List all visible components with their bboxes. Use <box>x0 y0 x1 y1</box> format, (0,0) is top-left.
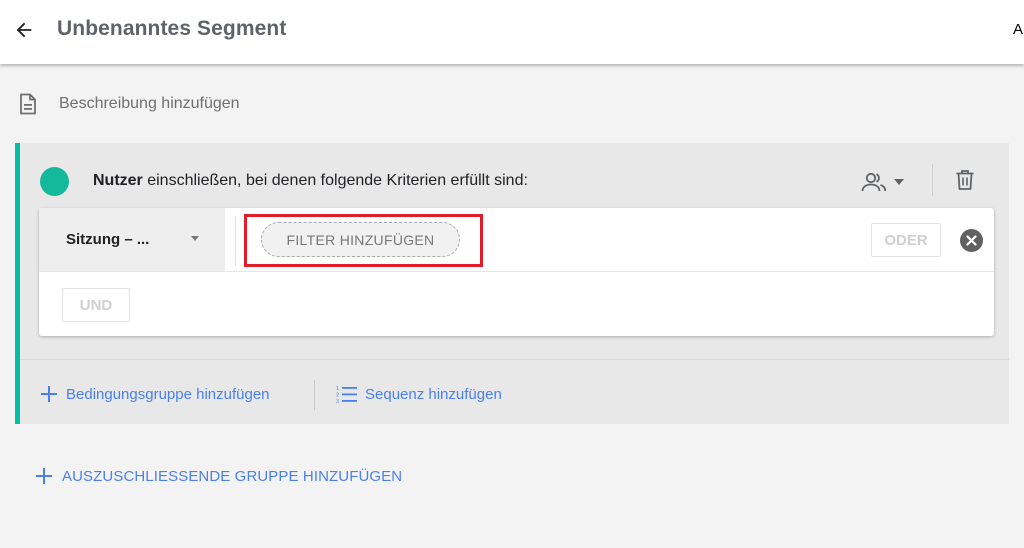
scope-selector[interactable] <box>860 167 918 197</box>
select-caret-icon <box>191 236 199 241</box>
or-button[interactable]: ODER <box>871 223 941 257</box>
plus-icon <box>41 386 57 402</box>
page-title: Unbenanntes Segment <box>57 17 287 40</box>
and-button[interactable]: UND <box>62 288 130 322</box>
back-button[interactable] <box>10 16 38 44</box>
group-heading: Nutzer einschließen, bei denen folgende … <box>93 172 528 190</box>
group-footer-divider <box>20 359 1009 360</box>
dimension-select[interactable]: Sitzung – ... <box>39 208 225 271</box>
svg-text:2: 2 <box>336 393 339 399</box>
add-exclude-group-label: AUSZUSCHLIESSENDE GRUPPE HINZUFÜGEN <box>62 467 403 485</box>
card-divider <box>235 216 236 266</box>
header-divider <box>932 164 933 196</box>
add-condition-group-button[interactable]: Bedingungsgruppe hinzufügen <box>40 383 270 405</box>
remove-condition-button[interactable] <box>960 229 983 252</box>
highlight-box <box>244 214 483 267</box>
add-sequence-label: Sequenz hinzufügen <box>365 385 502 403</box>
top-app-bar: Unbenanntes Segment A <box>0 0 1024 64</box>
trash-icon <box>956 170 974 190</box>
dimension-select-value: Sitzung – ... <box>66 231 150 248</box>
condition-card: Sitzung – ... FILTER HINZUFÜGEN ODER UND <box>39 208 994 336</box>
add-exclude-group-button[interactable]: AUSZUSCHLIESSENDE GRUPPE HINZUFÜGEN <box>35 464 402 488</box>
delete-group-button[interactable] <box>952 167 978 193</box>
add-description-label: Beschreibung hinzufügen <box>59 95 240 112</box>
dropdown-caret-icon <box>894 179 904 185</box>
group-status-dot <box>40 167 69 196</box>
add-condition-group-label: Bedingungsgruppe hinzufügen <box>66 385 270 403</box>
card-row-divider <box>39 271 994 272</box>
document-icon <box>20 93 36 115</box>
add-sequence-button[interactable]: 1 2 3 Sequenz hinzufügen <box>336 383 502 405</box>
people-icon <box>861 172 887 192</box>
plus-icon <box>36 468 52 484</box>
group-heading-text: einschließen, bei denen folgende Kriteri… <box>142 172 528 189</box>
arrow-back-icon <box>16 22 32 38</box>
top-right-text: A <box>1013 21 1024 38</box>
numbered-list-icon: 1 2 3 <box>336 386 357 404</box>
svg-text:1: 1 <box>336 386 339 392</box>
close-icon <box>966 235 977 246</box>
scope-label: Nutzer <box>93 172 143 189</box>
svg-text:3: 3 <box>336 399 339 404</box>
include-condition-group: Nutzer einschließen, bei denen folgende … <box>15 143 1009 424</box>
footer-divider <box>314 380 315 410</box>
add-description-button[interactable]: Beschreibung hinzufügen <box>18 92 240 116</box>
